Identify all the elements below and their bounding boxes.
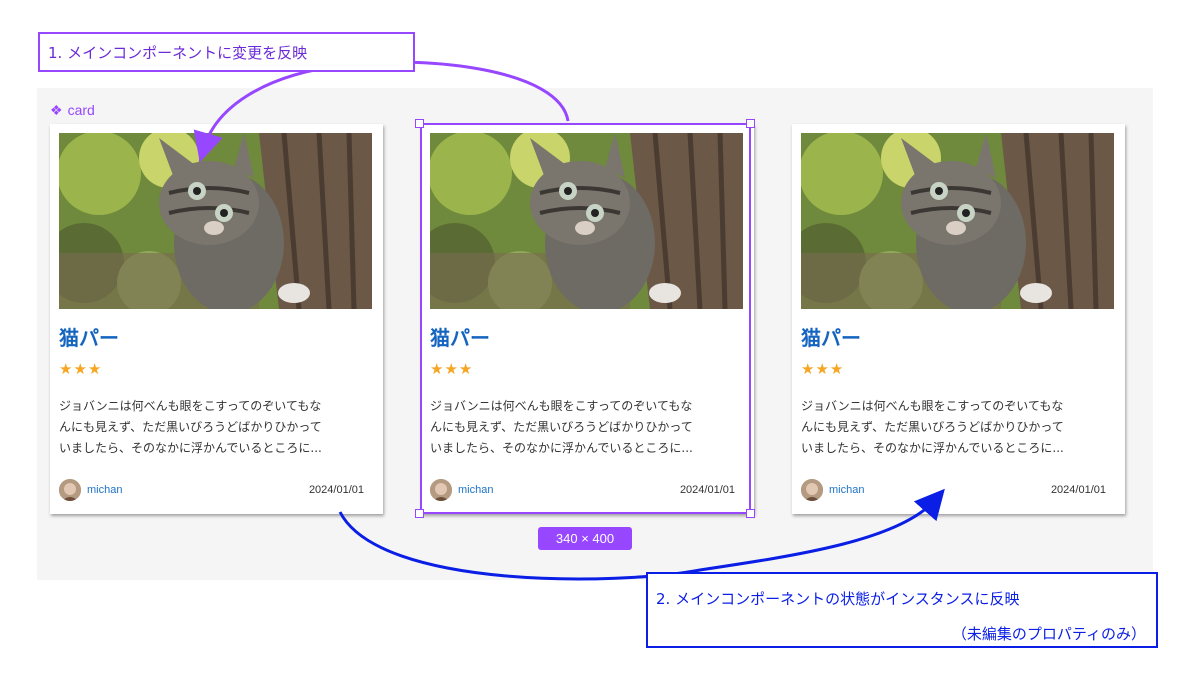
annotation-note-1: 1. メインコンポーネントに変更を反映 bbox=[38, 32, 415, 72]
arrow-left-to-right bbox=[338, 488, 945, 581]
note-1-text: 1. メインコンポーネントに変更を反映 bbox=[48, 43, 308, 62]
note-2-line-1: 2. メインコンポーネントの状態がインスタンスに反映 bbox=[656, 590, 1020, 608]
arrow-main-to-left bbox=[193, 60, 570, 163]
note-2-line-2: （未編集のプロパティのみ） bbox=[951, 625, 1146, 643]
annotation-note-2: 2. メインコンポーネントの状態がインスタンスに反映 （未編集のプロパティのみ） bbox=[646, 572, 1158, 648]
